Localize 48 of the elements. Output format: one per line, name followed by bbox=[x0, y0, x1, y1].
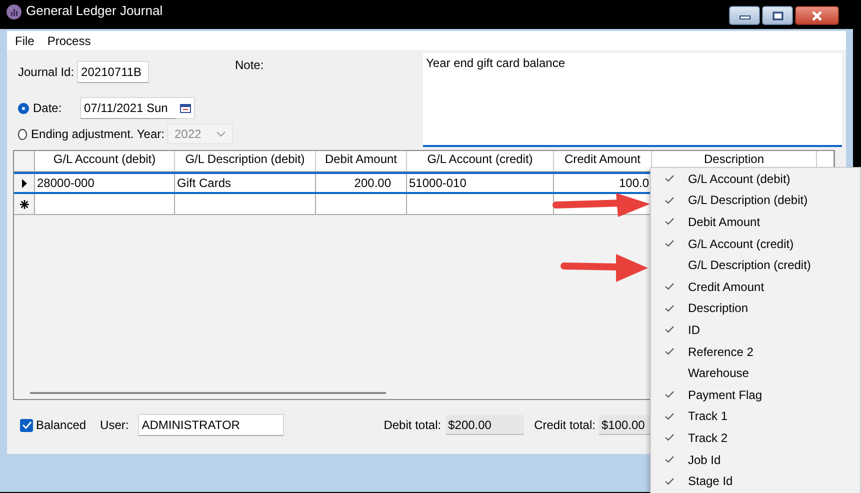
app-icon bbox=[6, 4, 22, 20]
maximize-button[interactable] bbox=[762, 6, 793, 25]
note-field[interactable]: Year end gift card balance bbox=[423, 53, 842, 147]
option-label: Date: bbox=[33, 101, 63, 115]
menu-item[interactable]: G/L Description (debit) bbox=[651, 190, 860, 212]
table-cell: 100.0 bbox=[618, 176, 649, 190]
table-cell: 28000-000 bbox=[37, 176, 94, 190]
minimize-button[interactable] bbox=[729, 6, 760, 25]
menu-item[interactable]: Payment Flag bbox=[651, 384, 860, 406]
radio-button[interactable] bbox=[18, 102, 29, 114]
column-header[interactable]: G/L Description (debit) bbox=[175, 151, 316, 171]
table-cell: 200.00 bbox=[354, 176, 391, 190]
menu-item[interactable]: File bbox=[15, 34, 34, 48]
column-header[interactable]: Debit Amount bbox=[316, 151, 407, 171]
menu-item[interactable]: G/L Account (debit) bbox=[651, 168, 860, 190]
note-label: Note: bbox=[235, 58, 265, 74]
journal-id-field[interactable]: 20210711B bbox=[77, 61, 150, 83]
menu-item[interactable]: G/L Description (credit) bbox=[651, 254, 860, 276]
balanced-checkbox[interactable] bbox=[20, 418, 33, 432]
column-header[interactable]: G/L Account (credit) bbox=[407, 151, 554, 171]
menu-item[interactable]: Job Id bbox=[651, 448, 860, 470]
column-header[interactable]: G/L Account (debit) bbox=[35, 151, 175, 171]
new-row-icon bbox=[20, 200, 28, 208]
user-label: User: bbox=[100, 418, 129, 432]
debit-total-label: Debit total: bbox=[384, 418, 442, 432]
close-icon bbox=[810, 10, 824, 20]
current-row-icon bbox=[22, 178, 26, 188]
option-label: Ending adjustment. Year: bbox=[31, 127, 164, 141]
scroll-bar[interactable] bbox=[30, 392, 386, 394]
menu-item[interactable]: Reference 2 bbox=[651, 340, 860, 362]
user-field[interactable]: ADMINISTRATOR bbox=[138, 414, 284, 436]
journal-id-label: Journal Id: bbox=[18, 65, 74, 79]
close-button[interactable] bbox=[795, 6, 839, 25]
menu-item[interactable]: G/L Account (credit) bbox=[651, 232, 860, 254]
menu-item[interactable]: Process bbox=[47, 34, 91, 48]
menu-item[interactable]: ID bbox=[651, 319, 860, 341]
table-cell: Gift Cards bbox=[177, 176, 232, 190]
menu-item[interactable]: Credit Amount bbox=[651, 276, 860, 298]
table-cell: 51000-010 bbox=[409, 176, 466, 190]
menu-item[interactable]: Description bbox=[651, 298, 860, 320]
menu-item[interactable]: Warehouse bbox=[651, 362, 860, 384]
maximize-icon bbox=[772, 10, 784, 20]
balanced-label: Balanced bbox=[36, 418, 86, 432]
debit-total-field: $200.00 bbox=[446, 415, 524, 435]
menu-item[interactable]: Stage Id bbox=[651, 470, 860, 492]
credit-total-label: Credit total: bbox=[534, 418, 596, 432]
menu-item[interactable]: Debit Amount bbox=[651, 211, 860, 233]
window-title: General Ledger Journal bbox=[26, 3, 163, 18]
